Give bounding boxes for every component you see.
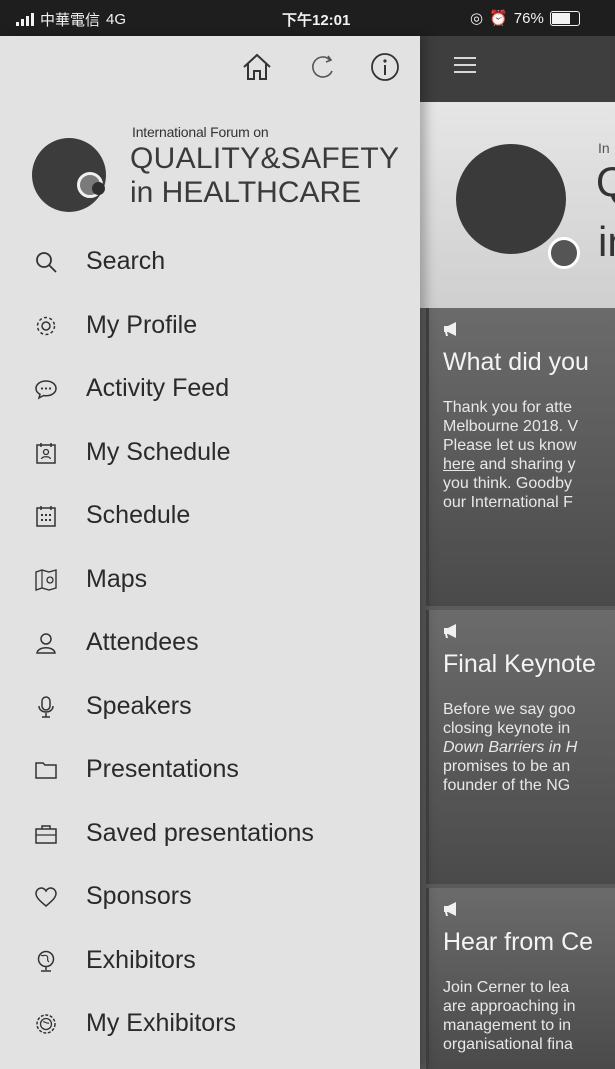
app-topbar <box>420 36 615 102</box>
event-banner: In Q in <box>420 102 615 308</box>
menu-item-maps[interactable]: Maps <box>0 548 420 612</box>
card-line: closing keynote in <box>443 720 571 737</box>
status-bar: 中華電信 4G 下午12:01 ◎ ⏰ 76% <box>0 0 615 36</box>
battery-icon <box>549 10 580 26</box>
drawer-toolbar <box>0 36 420 102</box>
menu-item-label: My Profile <box>86 310 198 339</box>
card-line: founder of the NG <box>443 777 571 794</box>
logo-line3: in HEALTHCARE <box>130 176 362 209</box>
status-left: 中華電信 4G <box>16 9 126 30</box>
event-logo: International Forum on QUALITY&SAFETY in… <box>30 120 410 230</box>
menu-item-exhibitors[interactable]: Exhibitors <box>0 929 420 993</box>
menu-item-presentations[interactable]: Presentations <box>0 738 420 802</box>
banner-line1: In <box>598 140 610 156</box>
logo-line2: QUALITY&SAFETY <box>130 142 400 175</box>
map-icon <box>35 568 57 591</box>
hamburger-menu-icon[interactable] <box>454 57 476 73</box>
battery-percent: 76% <box>513 9 544 27</box>
logo-dot-small <box>92 182 105 195</box>
status-right: ◎ ⏰ 76% <box>470 9 580 27</box>
news-card[interactable]: Final Keynote Before we say goo closing … <box>426 610 615 884</box>
news-card[interactable]: What did you Thank you for atte Melbourn… <box>426 308 615 606</box>
menu-item-label: My Schedule <box>86 437 231 466</box>
card-body: Thank you for atte Melbourne 2018. V Ple… <box>443 398 615 512</box>
megaphone-icon <box>444 322 456 336</box>
menu-item-search[interactable]: Search <box>0 230 420 294</box>
folder-icon <box>35 762 57 779</box>
menu-item-saved-presentations[interactable]: Saved presentations <box>0 802 420 866</box>
card-line: Please let us know <box>443 437 577 454</box>
menu-item-label: Exhibitors <box>86 945 196 974</box>
home-icon[interactable] <box>240 50 274 84</box>
card-line: Before we say goo <box>443 701 576 718</box>
megaphone-icon <box>444 624 456 638</box>
card-title: Final Keynote <box>443 650 596 678</box>
menu-item-label: My Exhibitors <box>86 1009 237 1037</box>
card-line: here and sharing y <box>443 455 615 474</box>
info-icon[interactable] <box>368 50 402 84</box>
card-line: you think. Goodby <box>443 475 572 492</box>
card-line: management to in <box>443 1017 572 1034</box>
navigation-drawer: International Forum on QUALITY&SAFETY in… <box>0 36 420 1069</box>
menu-item-schedule[interactable]: Schedule <box>0 484 420 548</box>
globe-icon <box>37 950 55 972</box>
menu-item-speakers[interactable]: Speakers <box>0 675 420 739</box>
card-title: What did you <box>443 348 589 376</box>
chat-bubble-icon <box>35 380 57 400</box>
menu-item-label: Attendees <box>86 628 199 656</box>
location-icon: ◎ <box>470 10 484 27</box>
drawer-menu: Search My Profile Activity Feed My Sched… <box>0 230 420 1056</box>
card-line: Down Barriers in H <box>443 739 578 756</box>
banner-logo-circle <box>456 144 566 254</box>
card-line: organisational fina <box>443 1036 573 1053</box>
alarm-icon: ⏰ <box>489 10 508 27</box>
microphone-icon <box>38 695 54 718</box>
globe-star-icon <box>36 1014 56 1034</box>
card-line: Thank you for atte <box>443 399 572 416</box>
card-body: Before we say goo closing keynote in Dow… <box>443 700 615 795</box>
calendar-icon <box>36 506 56 527</box>
menu-item-label: Presentations <box>86 755 239 783</box>
banner-line3: in <box>598 218 615 265</box>
menu-item-my-exhibitors[interactable]: My Exhibitors <box>0 992 420 1056</box>
clock: 下午12:01 <box>282 12 351 29</box>
card-title: Hear from Ce <box>443 928 594 956</box>
menu-item-attendees[interactable]: Attendees <box>0 611 420 675</box>
menu-item-label: Saved presentations <box>86 818 314 847</box>
signal-icon <box>16 13 34 26</box>
menu-item-sponsors[interactable]: Sponsors <box>0 865 420 929</box>
menu-item-label: Speakers <box>86 691 192 720</box>
refresh-icon[interactable] <box>306 50 340 84</box>
card-line: promises to be an <box>443 758 571 775</box>
heart-icon <box>35 887 57 907</box>
here-link[interactable]: here <box>443 456 475 473</box>
news-card[interactable]: Hear from Ce Join Cerner to lea are appr… <box>426 888 615 1069</box>
person-icon <box>36 633 56 654</box>
card-line: our International F <box>443 494 573 511</box>
menu-item-label: Maps <box>86 564 148 593</box>
card-line: Join Cerner to lea <box>443 979 570 996</box>
search-icon <box>36 252 57 273</box>
menu-item-my-schedule[interactable]: My Schedule <box>0 421 420 485</box>
gear-icon <box>36 316 56 335</box>
main-content: In Q in What did you Thank you for atte … <box>420 36 615 1069</box>
carrier-name: 中華電信 <box>40 12 101 29</box>
megaphone-icon <box>444 902 456 916</box>
calendar-person-icon <box>36 442 56 464</box>
network-type: 4G <box>106 11 127 28</box>
logo-line1: International Forum on <box>132 124 269 140</box>
banner-line2: Q <box>596 158 615 205</box>
menu-item-activity-feed[interactable]: Activity Feed <box>0 357 420 421</box>
card-body: Join Cerner to lea are approaching in ma… <box>443 978 615 1054</box>
card-line: Melbourne 2018. V <box>443 418 579 435</box>
card-link-line[interactable]: here and sharing y <box>443 456 576 473</box>
banner-logo-dot <box>548 237 580 269</box>
card-line: are approaching in <box>443 998 576 1015</box>
menu-item-label: Schedule <box>86 501 191 529</box>
menu-item-label: Sponsors <box>86 882 192 910</box>
menu-item-my-profile[interactable]: My Profile <box>0 294 420 358</box>
menu-item-label: Search <box>86 247 166 275</box>
briefcase-icon <box>35 824 57 844</box>
menu-item-label: Activity Feed <box>86 374 230 402</box>
